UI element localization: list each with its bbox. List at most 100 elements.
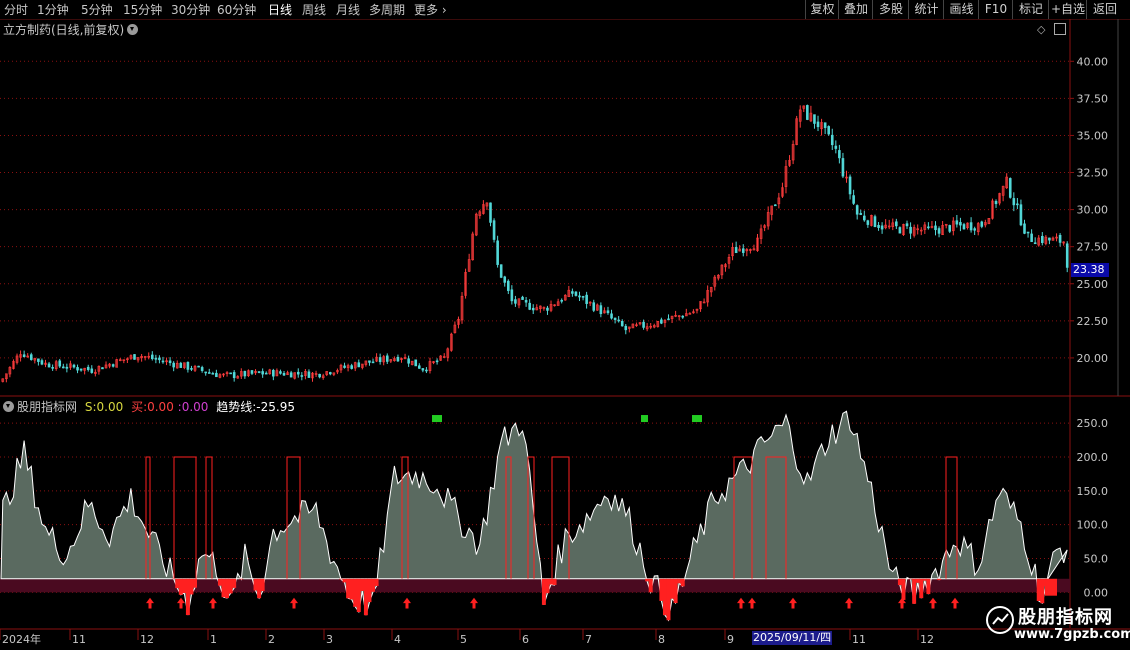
- candle-body: [168, 360, 172, 364]
- candle-body: [257, 371, 261, 373]
- s-label: S:: [84, 400, 97, 414]
- candle-body: [1058, 234, 1062, 243]
- candle-body: [229, 372, 232, 375]
- candle-body: [503, 276, 507, 283]
- candle-body: [425, 369, 428, 372]
- candle-body: [514, 299, 517, 304]
- candle-body: [571, 291, 574, 294]
- candle-body: [599, 305, 603, 315]
- current-price-tag: 23.38: [1071, 263, 1109, 277]
- candle-body: [318, 373, 321, 378]
- candle-body: [610, 313, 613, 319]
- candle-body: [296, 371, 300, 375]
- price-tick-label: 22.50: [1077, 315, 1109, 328]
- candle-body: [61, 366, 65, 369]
- candle-body: [1041, 235, 1044, 243]
- candle-body: [528, 302, 531, 310]
- candle-body: [282, 373, 286, 376]
- candle-body: [37, 358, 40, 362]
- candle-body: [289, 372, 293, 378]
- price-tick-label: 30.00: [1077, 204, 1109, 217]
- s-value: 0.00: [96, 400, 124, 414]
- date-tick-label: 5: [460, 633, 467, 646]
- candle-body: [343, 365, 346, 368]
- candle-body: [414, 359, 418, 367]
- buy-value: 0.00: [147, 400, 174, 414]
- candle-body: [492, 220, 496, 240]
- candle-body: [179, 362, 183, 368]
- candle-body: [396, 356, 400, 362]
- candle-body: [417, 365, 421, 369]
- buy-arrow-icon: [748, 597, 756, 609]
- watermark-title: 股朋指标网: [1018, 607, 1113, 628]
- watermark-logo-icon: [986, 606, 1014, 634]
- candle-body: [357, 362, 361, 368]
- candle-body: [546, 307, 549, 311]
- candle-body: [186, 361, 190, 370]
- buy-arrow-icon: [209, 597, 217, 609]
- candle-body: [852, 195, 855, 204]
- price-tick-label: 27.50: [1077, 241, 1109, 254]
- candle-body: [624, 325, 628, 331]
- candle-body: [111, 364, 115, 367]
- buy-arrow-icon: [845, 597, 853, 609]
- buy-arrow-icon: [929, 597, 937, 609]
- candle-body: [581, 296, 585, 298]
- candle-body: [927, 226, 930, 229]
- candle-body: [161, 360, 165, 363]
- candle-body: [1030, 233, 1033, 242]
- price-tick-label: 40.00: [1077, 55, 1109, 68]
- axis-labels: 40.0037.5035.0032.5030.0027.5025.0022.50…: [0, 55, 1108, 646]
- candle-body: [307, 371, 311, 378]
- candle-body: [72, 364, 76, 368]
- date-tick-label: 4: [394, 633, 401, 646]
- candle-body: [1012, 198, 1016, 206]
- candle-body: [29, 354, 33, 360]
- date-tick-label: 12: [140, 633, 154, 646]
- candle-body: [969, 222, 973, 231]
- indicator-menu-icon[interactable]: [3, 401, 14, 412]
- indicator-series: [0, 410, 1070, 622]
- last-signal-block: [1045, 578, 1057, 596]
- candle-body: [200, 367, 204, 371]
- candle-body: [47, 363, 51, 368]
- candle-body: [848, 176, 852, 195]
- candle-body: [948, 225, 952, 232]
- candle-body: [264, 372, 268, 375]
- candle-body: [859, 213, 863, 215]
- candle-body: [151, 354, 154, 360]
- buy-arrow-icon: [177, 597, 185, 609]
- candle-body: [489, 202, 492, 223]
- candle-body: [773, 204, 777, 207]
- buy-arrow-icon: [290, 597, 298, 609]
- trend-label: 趋势线:: [216, 400, 257, 414]
- candle-body: [1065, 243, 1069, 268]
- candle-body: [250, 370, 254, 374]
- indicator-tick-label: 250.0: [1077, 417, 1109, 430]
- indicator-tick-label: 0.00: [1084, 586, 1109, 599]
- candle-body: [973, 228, 976, 231]
- candle-body: [101, 367, 104, 370]
- date-tick-label: 7: [585, 633, 592, 646]
- watermark-url: www.7gpzb.com: [1014, 627, 1130, 642]
- candle-body: [934, 225, 937, 231]
- candle-body: [499, 264, 503, 278]
- candle-body: [741, 248, 745, 253]
- candle-body: [578, 295, 581, 298]
- candle-body: [617, 319, 620, 322]
- price-tick-label: 35.00: [1077, 129, 1109, 142]
- candle-body: [866, 220, 870, 225]
- candle-body: [898, 227, 902, 234]
- candle-body: [813, 114, 816, 124]
- date-tick-label: 6: [522, 633, 529, 646]
- candle-body: [521, 296, 524, 300]
- candle-body: [1026, 231, 1030, 234]
- candle-body: [261, 371, 264, 375]
- candle-body: [823, 122, 827, 128]
- candle-body: [1023, 223, 1026, 234]
- candle-body: [827, 126, 831, 135]
- candle-body: [855, 205, 859, 215]
- candle-body: [86, 366, 90, 370]
- indicator-tick-label: 150.0: [1077, 485, 1109, 498]
- candle-body: [300, 375, 304, 377]
